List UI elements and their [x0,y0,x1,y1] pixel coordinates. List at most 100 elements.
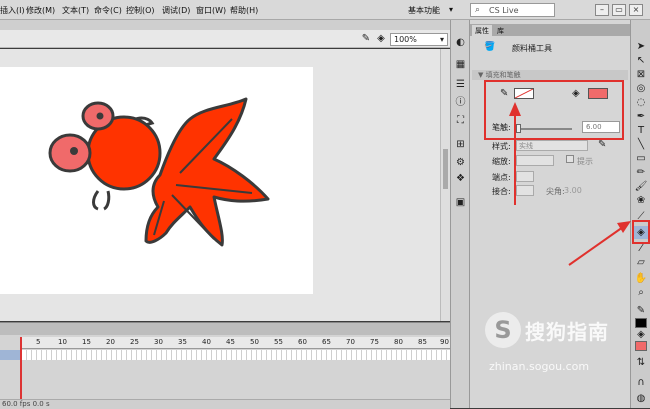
eraser-icon[interactable]: ▱ [634,256,648,269]
scrollbar-thumb[interactable] [443,149,448,189]
edit-stroke-style-icon[interactable]: ✎ [598,139,606,150]
highlight-box [632,220,650,244]
pencil-tool-icon[interactable]: ✏ [634,166,648,179]
paint-bucket-icon: 🪣 [484,42,496,52]
motion-presets-icon[interactable]: ❖ [454,172,467,185]
zoom-select[interactable]: 100% ▾ [390,33,448,46]
document-tab-strip [0,20,450,30]
menu-window[interactable]: 窗口(W) [196,5,226,16]
watermark-brand: 搜狗指南 [525,320,609,344]
workspace-switcher[interactable]: 基本功能 ▾ [405,3,455,17]
frame-number: 55 [274,338,283,346]
pen-tool-icon[interactable]: ✒ [634,110,648,123]
subselection-tool-icon[interactable]: ↖ [634,54,648,67]
cap-select[interactable] [516,171,534,182]
cs-live-search[interactable]: ⌕ CS Live [470,3,555,17]
miter-label: 尖角: [546,187,565,196]
lasso-icon[interactable]: ◌ [634,96,648,109]
menu-commands[interactable]: 命令(C) [94,5,122,16]
frame-number: 40 [202,338,211,346]
frame-number: 45 [226,338,235,346]
timeline-header [0,323,450,335]
selection-tool-icon[interactable]: ➤ [634,40,648,53]
highlight-box [484,80,624,140]
restore-icon[interactable]: ▭ [612,4,626,16]
stage-toolbar: ✎ ◈ 100% ▾ [0,30,450,48]
join-label: 接合: [492,187,511,196]
frame-number: 85 [418,338,427,346]
zoom-value: 100% [394,35,417,44]
rectangle-tool-icon[interactable]: ▭ [634,152,648,165]
timeline-panel: 5 10 15 20 25 30 35 40 45 50 55 60 65 70… [0,322,450,409]
tab-library[interactable]: 库 [494,25,507,36]
panel-dock-bar: ◐ ▦ ☰ ⓘ ⛶ ⊞ ⚙ ❖ ▣ [450,20,470,408]
align-icon[interactable]: ☰ [454,78,467,91]
edit-scene-icon[interactable]: ✎ [360,33,372,45]
eye-pupil [70,147,78,155]
section-fill-stroke[interactable]: ▼ 填充和笔触 [472,70,628,80]
menu-text[interactable]: 文本(T) [62,5,89,16]
search-icon: ⌕ [475,5,481,15]
hand-tool-icon[interactable]: ✋ [634,272,648,285]
info-icon[interactable]: ⓘ [454,96,467,109]
smooth-icon[interactable]: ◍ [634,392,648,405]
sogou-logo: S [485,312,521,348]
frame-number: 60 [298,338,307,346]
frame-number: 35 [178,338,187,346]
text-tool-icon[interactable]: T [634,124,648,137]
frame-number: 20 [106,338,115,346]
workspace-label: 基本功能 [408,6,440,15]
style-label: 样式: [492,142,511,151]
menu-insert[interactable]: 插入(I) [0,5,25,16]
cap-label: 端点: [492,173,511,182]
stage-vertical-scrollbar[interactable] [440,49,450,321]
frame-number: 30 [154,338,163,346]
chevron-down-icon: ▾ [448,5,453,14]
hint-checkbox[interactable] [566,155,574,163]
goldfish-eye-front [48,133,92,173]
brush-tool-icon[interactable]: 🖌 [634,180,648,193]
history-icon[interactable]: ▣ [454,196,467,209]
frame-ruler[interactable]: 5 10 15 20 25 30 35 40 45 50 55 60 65 70… [22,337,450,349]
edit-symbol-icon[interactable]: ◈ [375,33,387,45]
minimize-icon[interactable]: – [595,4,609,16]
color-panel-icon[interactable]: ◐ [454,36,467,49]
frame-number: 75 [370,338,379,346]
goldfish-drawing[interactable] [0,67,313,294]
sogou-watermark: S 搜狗指南 zhinan.sogou.com [485,312,645,392]
stage-canvas[interactable] [0,67,313,294]
watermark-url: zhinan.sogou.com [489,360,590,373]
join-select[interactable] [516,185,534,196]
menu-bar: 插入(I) 修改(M) 文本(T) 命令(C) 控制(O) 调试(D) 窗口(W… [0,0,650,20]
tail-fin [144,97,270,247]
frame-cells[interactable] [22,350,450,360]
close-icon[interactable]: × [629,4,643,16]
tab-properties[interactable]: 属性 [472,25,492,36]
scale-select[interactable] [516,155,554,166]
menu-control[interactable]: 控制(O) [126,5,155,16]
frame-number: 10 [58,338,67,346]
frame-number: 80 [394,338,403,346]
frame-number: 70 [346,338,355,346]
pasteboard [0,49,440,321]
miter-value[interactable]: 3.00 [564,186,582,195]
menu-help[interactable]: 帮助(H) [230,5,258,16]
style-select[interactable]: 实线 [516,140,588,151]
line-tool-icon[interactable]: ╲ [634,138,648,151]
zoom-tool-icon[interactable]: ⌕ [634,286,648,299]
components-icon[interactable]: ⚙ [454,156,467,169]
deco-tool-icon[interactable]: ❀ [634,194,648,207]
layer-row[interactable] [0,350,22,360]
bottom-fin [92,190,111,211]
swatches-icon[interactable]: ▦ [454,58,467,71]
search-placeholder: CS Live [489,6,519,15]
free-transform-icon[interactable]: ⊠ [634,68,648,81]
library-icon[interactable]: ⊞ [454,138,467,151]
menu-debug[interactable]: 调试(D) [162,5,190,16]
menu-modify[interactable]: 修改(M) [26,5,55,16]
hint-label: 提示 [577,157,593,166]
3d-rotation-icon[interactable]: ◎ [634,82,648,95]
eye-pupil [96,112,104,120]
chevron-down-icon: ▾ [439,35,444,44]
transform-icon[interactable]: ⛶ [454,114,467,127]
